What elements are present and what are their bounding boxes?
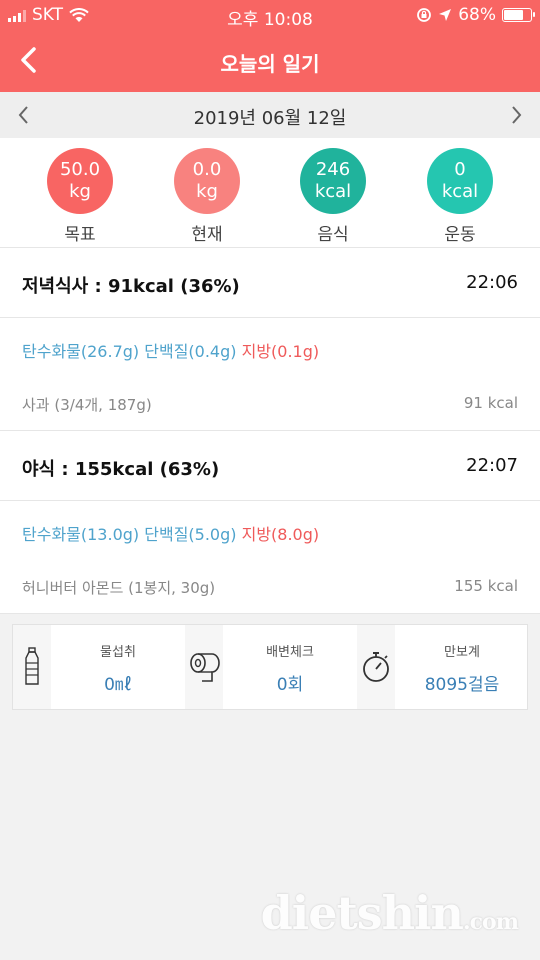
carb-value: 탄수화물(26.7g) bbox=[22, 342, 140, 361]
exercise-circle: 0 kcal bbox=[427, 148, 493, 214]
pedometer-label: 만보계 bbox=[444, 645, 480, 660]
watermark-text: dietshin bbox=[260, 886, 464, 940]
toilet-paper-icon bbox=[185, 625, 223, 709]
meal-time: 22:07 bbox=[466, 455, 518, 476]
exercise-label: 운동 bbox=[444, 225, 476, 245]
exercise-unit: kcal bbox=[441, 181, 479, 202]
current-value: 0.0 bbox=[192, 159, 222, 180]
summary-food[interactable]: 246 kcal 음식 bbox=[283, 148, 383, 245]
goal-value: 50.0 bbox=[59, 159, 101, 180]
exercise-value: 0 bbox=[454, 159, 466, 180]
meal-time: 22:06 bbox=[466, 272, 518, 293]
carb-value: 탄수화물(13.0g) bbox=[22, 525, 140, 544]
watermark-logo: dietshin.com bbox=[260, 886, 519, 940]
date-bar: 2019년 06월 12일 bbox=[0, 92, 540, 138]
current-unit: kg bbox=[196, 181, 218, 202]
current-date: 2019년 06월 12일 bbox=[193, 108, 347, 129]
macros-line: 탄수화물(13.0g) 단백질(5.0g) 지방(8.0g) bbox=[22, 521, 319, 545]
macros-line: 탄수화물(26.7g) 단백질(0.4g) 지방(0.1g) bbox=[22, 338, 319, 362]
app-header: SKT 오후 10:08 68% 오늘의 일기 bbox=[0, 0, 540, 92]
food-kcal: 155 kcal bbox=[454, 577, 518, 595]
pedometer-value: 8095걸음 bbox=[424, 675, 500, 695]
food-circle: 246 kcal bbox=[300, 148, 366, 214]
pedometer-tracker[interactable]: 만보계 8095걸음 bbox=[395, 625, 529, 709]
battery-icon bbox=[502, 8, 535, 22]
goal-unit: kg bbox=[69, 181, 91, 202]
watermark-suffix: .com bbox=[462, 909, 519, 935]
meal-body-dinner: 탄수화물(26.7g) 단백질(0.4g) 지방(0.1g) 사과 (3/4개,… bbox=[0, 318, 540, 431]
food-label: 음식 bbox=[317, 225, 349, 245]
protein-value: 단백질(5.0g) bbox=[144, 525, 237, 544]
tracker-panel: 물섭취 0㎖ 배변체크 0회 만보계 8095걸음 bbox=[12, 624, 528, 710]
goal-label: 목표 bbox=[64, 225, 96, 245]
summary-current[interactable]: 0.0 kg 현재 bbox=[157, 148, 257, 245]
goal-circle: 50.0 kg bbox=[47, 148, 113, 214]
meal-body-late-snack: 탄수화물(13.0g) 단백질(5.0g) 지방(8.0g) 허니버터 아몬드 … bbox=[0, 501, 540, 614]
fat-value: 지방(0.1g) bbox=[241, 342, 320, 361]
water-label: 물섭취 bbox=[100, 645, 136, 660]
protein-value: 단백질(0.4g) bbox=[144, 342, 237, 361]
water-value: 0㎖ bbox=[104, 675, 132, 695]
battery-percent: 68% bbox=[458, 5, 496, 25]
summary-panel: 50.0 kg 목표 0.0 kg 현재 246 kcal 음식 0 kcal … bbox=[0, 138, 540, 248]
page-title: 오늘의 일기 bbox=[220, 52, 320, 76]
summary-exercise[interactable]: 0 kcal 운동 bbox=[410, 148, 510, 245]
water-tracker[interactable]: 물섭취 0㎖ bbox=[51, 625, 185, 709]
location-icon bbox=[439, 9, 452, 21]
food-kcal: 91 kcal bbox=[463, 394, 518, 412]
rotation-lock-icon bbox=[417, 8, 432, 22]
current-label: 현재 bbox=[191, 225, 223, 245]
status-bar: SKT 오후 10:08 68% bbox=[0, 0, 540, 30]
summary-goal[interactable]: 50.0 kg 목표 bbox=[30, 148, 130, 245]
water-bottle-icon bbox=[13, 625, 51, 709]
next-day-button[interactable] bbox=[504, 102, 528, 128]
bowel-value: 0회 bbox=[276, 675, 304, 695]
food-item[interactable]: 사과 (3/4개, 187g) bbox=[22, 394, 152, 415]
stopwatch-icon bbox=[357, 625, 395, 709]
meal-title: 야식 : 155kcal (63%) bbox=[22, 459, 220, 480]
current-circle: 0.0 kg bbox=[174, 148, 240, 214]
fat-value: 지방(8.0g) bbox=[241, 525, 320, 544]
food-item[interactable]: 허니버터 아몬드 (1봉지, 30g) bbox=[22, 577, 215, 598]
bowel-tracker[interactable]: 배변체크 0회 bbox=[223, 625, 357, 709]
meal-header-dinner[interactable]: 저녁식사 : 91kcal (36%) 22:06 bbox=[0, 248, 540, 318]
meal-header-late-snack[interactable]: 야식 : 155kcal (63%) 22:07 bbox=[0, 431, 540, 501]
food-value: 246 bbox=[315, 159, 351, 180]
meal-title: 저녁식사 : 91kcal (36%) bbox=[22, 276, 240, 297]
food-unit: kcal bbox=[314, 181, 352, 202]
bowel-label: 배변체크 bbox=[266, 645, 314, 660]
